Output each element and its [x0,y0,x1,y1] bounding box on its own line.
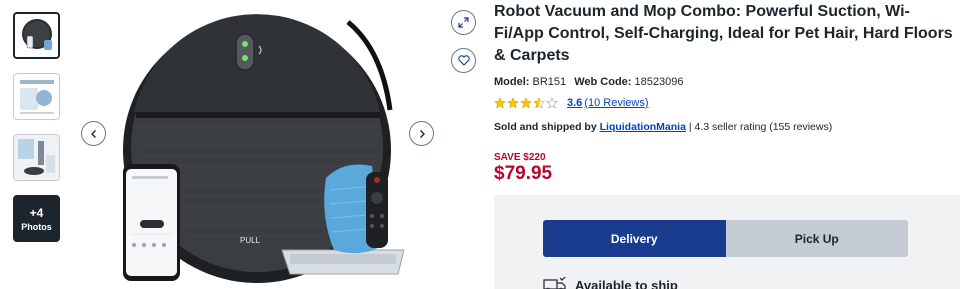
thumbnail-room-image [14,135,59,180]
thumbnail-app-image [20,80,54,114]
star-rating [494,97,559,109]
star-empty-icon [546,97,558,109]
more-photos-label: Photos [21,222,52,232]
product-image-viewer: PULL [76,0,476,289]
availability-text: Available to ship [575,277,678,289]
fulfillment-panel: Delivery Pick Up Available to ship [494,195,960,289]
pull-label: PULL [240,236,261,245]
heart-icon [457,55,470,66]
rating-row: 3.6 (10 Reviews) [494,97,954,109]
rating-value[interactable]: 3.6 [567,97,582,109]
star-icon [507,97,519,109]
thumbnail-strip: +4 Photos [13,12,62,256]
model-label: Model: [494,76,530,88]
seller-link[interactable]: LiquidationMania [600,121,686,133]
thumbnail-2[interactable] [13,73,60,120]
pickup-button[interactable]: Pick Up [725,220,908,257]
savings-label: SAVE $220 [494,152,546,163]
product-title: Robot Vacuum and Mop Combo: Powerful Suc… [494,3,953,64]
thumbnail-3[interactable] [13,134,60,181]
previous-image-button[interactable] [81,121,106,146]
expand-image-button[interactable] [451,10,476,35]
star-icon [520,97,532,109]
product-main-image[interactable]: PULL [76,0,446,289]
reviews-link[interactable]: (10 Reviews) [584,97,648,109]
webcode-label: Web Code: [574,76,632,88]
availability-row: Available to ship [543,277,678,289]
thumbnail-1[interactable] [13,12,60,59]
product-identifiers: Model: BR151 Web Code: 18523096 [494,76,954,88]
seller-prefix: Sold and shipped by [494,121,597,133]
chevron-right-icon [419,129,425,138]
delivery-button[interactable]: Delivery [543,220,726,257]
thumbnail-vacuum-image [22,19,52,50]
star-half-icon [533,97,545,109]
webcode-value: 18523096 [634,76,684,88]
fulfillment-toggle: Delivery Pick Up [543,220,908,257]
product-info: Robot Vacuum and Mop Combo: Powerful Suc… [494,0,954,185]
chevron-left-icon [90,129,96,138]
star-icon [494,97,506,109]
next-image-button[interactable] [409,121,434,146]
price: $79.95 [494,163,553,184]
more-photos-button[interactable]: +4 Photos [13,195,60,242]
expand-icon [458,17,469,28]
more-photos-count: +4 [29,206,44,220]
seller-info: Sold and shipped by LiquidationMania | 4… [494,121,954,133]
seller-rating: | 4.3 seller rating (155 reviews) [685,121,833,133]
favorite-button[interactable] [451,48,476,73]
delivery-truck-icon [543,277,566,289]
model-value: BR151 [532,76,567,88]
